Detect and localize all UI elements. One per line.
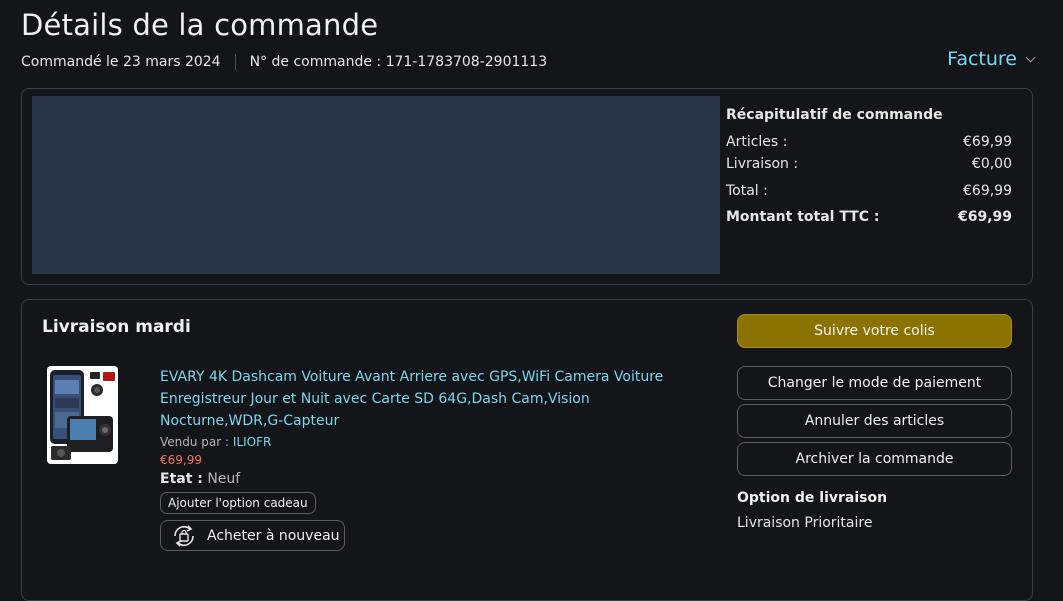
track-package-button[interactable]: Suivre votre colis (737, 314, 1012, 348)
summary-value: €69,99 (957, 209, 1012, 225)
product-image[interactable] (47, 366, 118, 464)
order-summary-card: Récapitulatif de commande Articles : €69… (21, 88, 1033, 285)
condition-value: Neuf (207, 471, 241, 487)
add-gift-option-button[interactable]: Ajouter l'option cadeau (160, 492, 316, 514)
order-summary: Récapitulatif de commande Articles : €69… (726, 107, 1012, 228)
summary-label: Livraison : (726, 156, 799, 172)
summary-row-total: Total : €69,99 (726, 180, 1012, 202)
summary-label: Total : (726, 183, 768, 199)
address-payment-panel (32, 96, 720, 274)
meta-divider (234, 54, 236, 70)
summary-row-grand-total: Montant total TTC : €69,99 (726, 206, 1012, 228)
chevron-down-icon[interactable] (1025, 52, 1036, 62)
summary-value: €69,99 (963, 183, 1012, 199)
summary-row-articles: Articles : €69,99 (726, 131, 1012, 153)
page-title: Détails de la commande (21, 8, 379, 42)
archive-order-button[interactable]: Archiver la commande (737, 442, 1012, 476)
seller-link[interactable]: ILIOFR (233, 435, 271, 449)
dashcam-product-image[interactable] (47, 366, 118, 464)
shipping-option-heading: Option de livraison (737, 490, 888, 506)
summary-value: €69,99 (963, 134, 1012, 150)
invoice-dropdown[interactable]: Facture (947, 48, 1036, 70)
order-number: N° de commande : 171-1783708-2901113 (249, 54, 548, 70)
shipping-option-value: Livraison Prioritaire (737, 515, 873, 531)
buy-again-button[interactable]: Acheter à nouveau (160, 520, 345, 551)
order-actions: Suivre votre colis Changer le mode de pa… (737, 314, 1012, 531)
buy-again-label[interactable]: Acheter à nouveau (207, 528, 340, 544)
delivery-title: Livraison mardi (42, 317, 191, 337)
summary-row-shipping: Livraison : €0,00 (726, 153, 1012, 175)
delivery-card: Livraison mardi EVARY 4K Dashcam Voiture… (21, 299, 1033, 601)
product-price: €69,99 (160, 453, 202, 467)
product-info: EVARY 4K Dashcam Voiture Avant Arriere a… (160, 366, 680, 551)
seller-line: Vendu par : ILIOFR (160, 435, 680, 449)
condition-label: Etat : (160, 471, 203, 487)
product-condition: Etat : Neuf (160, 471, 680, 487)
summary-heading: Récapitulatif de commande (726, 107, 943, 123)
order-date: Commandé le 23 mars 2024 (21, 54, 221, 70)
summary-value: €0,00 (971, 156, 1012, 172)
order-meta: Commandé le 23 mars 2024 N° de commande … (21, 54, 547, 70)
summary-label: Articles : (726, 134, 788, 150)
cancel-items-button[interactable]: Annuler des articles (737, 404, 1012, 438)
change-payment-button[interactable]: Changer le mode de paiement (737, 366, 1012, 400)
invoice-label[interactable]: Facture (947, 48, 1017, 70)
product-title-link[interactable]: EVARY 4K Dashcam Voiture Avant Arriere a… (160, 366, 680, 432)
sold-by-label: Vendu par : (160, 435, 230, 449)
summary-label: Montant total TTC : (726, 209, 880, 225)
buy-again-icon (174, 524, 194, 547)
